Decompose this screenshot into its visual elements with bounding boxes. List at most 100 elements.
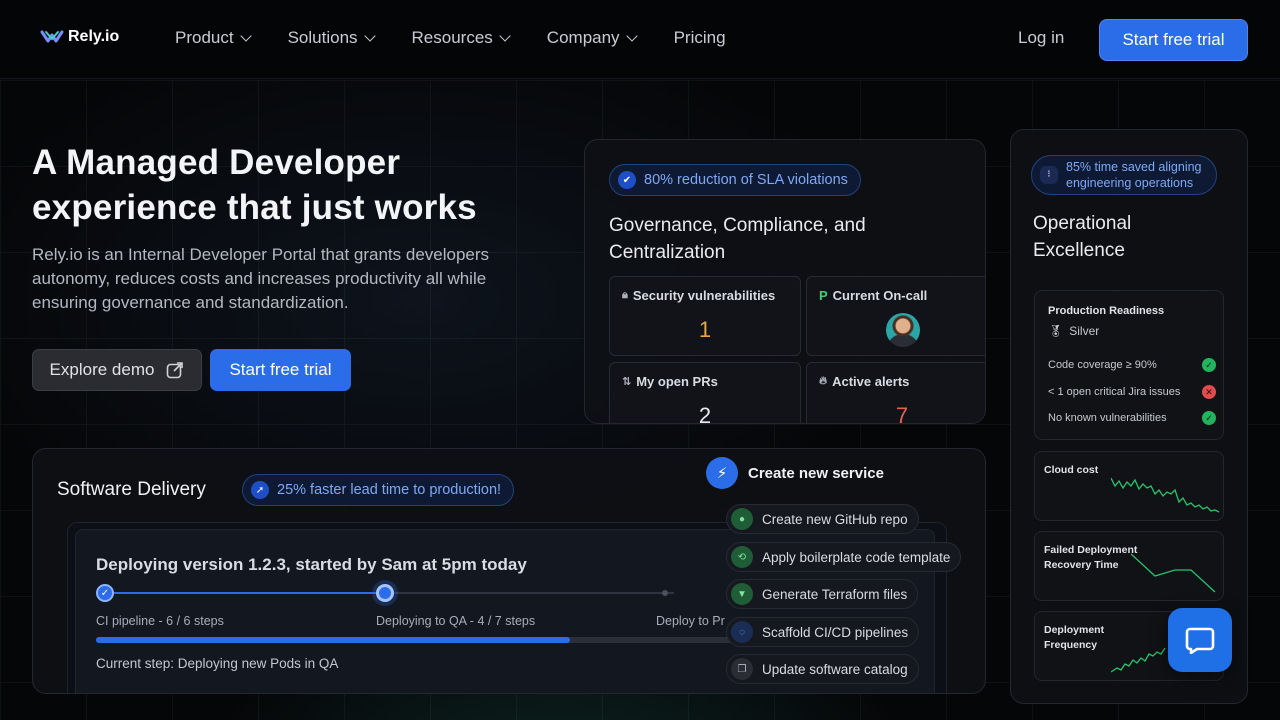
chat-widget-button[interactable] xyxy=(1168,608,1232,672)
service-step-cicd[interactable]: ◌ Scaffold CI/CD pipelines xyxy=(726,617,920,647)
chevron-down-icon xyxy=(625,30,638,42)
time-saved-badge: ⁝ 85% time saved aligning engineering ope… xyxy=(1031,155,1217,195)
menu-item-product[interactable]: Product xyxy=(175,28,252,48)
check-label: Code coverage ≥ 90% xyxy=(1048,359,1157,371)
failed-deployment-panel[interactable]: Failed Deployment Recovery Time xyxy=(1034,531,1224,601)
hero-title-line1: A Managed Developer xyxy=(32,143,401,182)
freq-line2: Frequency xyxy=(1044,639,1098,651)
chat-icon xyxy=(1185,627,1215,654)
tile-current-oncall[interactable]: P Current On-call xyxy=(806,276,985,356)
time-saved-text: 85% time saved aligning engineering opera… xyxy=(1066,159,1202,191)
time-saved-line2: engineering operations xyxy=(1066,176,1194,190)
service-step-github[interactable]: ● Create new GitHub repo xyxy=(726,504,919,534)
step-label: CI pipeline - 6 / 6 steps xyxy=(96,614,224,628)
tile-value: 2 xyxy=(698,403,712,424)
tile-label: Security vulnerabilities xyxy=(632,288,776,303)
production-readiness-panel[interactable]: Production Readiness 🏅︎ Silver Code cover… xyxy=(1034,290,1224,440)
menu-item-company[interactable]: Company xyxy=(547,28,638,48)
external-link-icon xyxy=(167,362,184,379)
menu-label: Pricing xyxy=(673,28,726,47)
service-step-label: Update software catalog xyxy=(762,661,908,677)
service-step-label: Generate Terraform files xyxy=(762,586,908,602)
pipeline-track-progress xyxy=(104,592,384,594)
step-pending-icon xyxy=(662,590,668,596)
hero-title: A Managed Developer experience that just… xyxy=(32,140,552,230)
check-label: No known vulnerabilities xyxy=(1048,412,1167,424)
check-fail-icon: ✕ xyxy=(1202,385,1216,399)
pagerduty-icon: P xyxy=(819,288,828,303)
service-step-terraform[interactable]: ▼ Generate Terraform files xyxy=(726,579,919,609)
readiness-level: 🏅︎ Silver xyxy=(1048,324,1099,338)
rely-logo-icon xyxy=(40,30,64,43)
failed-line1: Failed Deployment xyxy=(1044,544,1138,556)
service-step-boilerplate[interactable]: ⟲ Apply boilerplate code template xyxy=(726,542,962,572)
sla-badge: ✔ 80% reduction of SLA violations xyxy=(609,164,861,196)
service-step-label: Create new GitHub repo xyxy=(762,511,908,527)
lead-time-badge: ➚ 25% faster lead time to production! xyxy=(242,474,515,506)
menu-label: Solutions xyxy=(287,28,358,47)
github-icon: ● xyxy=(731,508,753,530)
tile-open-prs[interactable]: ⇅ My open PRs 2 xyxy=(609,362,801,424)
create-service-title: Create new service xyxy=(748,464,884,482)
time-saved-line1: 85% time saved aligning xyxy=(1066,160,1202,174)
recovery-time-sparkline xyxy=(1131,553,1216,593)
create-service-header: ⚡︎ Create new service xyxy=(706,457,986,489)
cloud-cost-panel[interactable]: Cloud cost xyxy=(1034,451,1224,521)
catalog-icon: ❐ xyxy=(731,658,753,680)
explore-demo-label: Explore demo xyxy=(49,360,155,379)
create-service-flow: ⚡︎ Create new service ● Create new GitHu… xyxy=(706,457,986,684)
main-menu: Product Solutions Resources Company Pric… xyxy=(175,28,764,48)
step-complete-icon: ✓ xyxy=(96,584,114,602)
check-pass-icon: ✓ xyxy=(1202,411,1216,425)
chevron-down-icon xyxy=(363,30,376,42)
current-step-text: Current step: Deploying new Pods in QA xyxy=(96,656,339,671)
top-navigation: Rely.io Product Solutions Resources Comp… xyxy=(0,0,1280,79)
tile-security-vulnerabilities[interactable]: 🔒︎ Security vulnerabilities 1 xyxy=(609,276,801,356)
deploy-progress-fill xyxy=(96,637,570,643)
menu-item-resources[interactable]: Resources xyxy=(411,28,511,48)
template-icon: ⟲ xyxy=(731,546,753,568)
operations-title-line1: Operational xyxy=(1033,213,1132,234)
tile-value: 1 xyxy=(698,317,712,342)
step-active-icon xyxy=(376,584,394,602)
tile-label: Active alerts xyxy=(832,374,910,389)
step-label: Deploy to Pr xyxy=(656,614,725,628)
readiness-title: Production Readiness xyxy=(1048,305,1165,317)
lock-icon: 🔒︎ xyxy=(622,289,628,301)
check-row: < 1 open critical Jira issues ✕ xyxy=(1048,385,1216,399)
jira-icon: ⁝ xyxy=(1040,166,1058,184)
deployment-title: Deploying version 1.2.3, started by Sam … xyxy=(96,555,527,574)
failed-line2: Recovery Time xyxy=(1044,559,1119,571)
software-delivery-title: Software Delivery xyxy=(57,479,206,500)
menu-item-pricing[interactable]: Pricing xyxy=(674,28,726,48)
lightning-icon: ⚡︎ xyxy=(706,457,738,489)
rocket-icon: ➚ xyxy=(251,481,269,499)
service-step-label: Scaffold CI/CD pipelines xyxy=(762,624,909,640)
check-row: No known vulnerabilities ✓ xyxy=(1048,411,1216,425)
tile-label: Current On-call xyxy=(832,288,928,303)
service-step-label: Apply boilerplate code template xyxy=(762,549,951,565)
step-label: Deploying to QA - 4 / 7 steps xyxy=(376,614,536,628)
operations-title-line2: Excellence xyxy=(1033,240,1125,261)
terraform-icon: ▼ xyxy=(731,583,753,605)
medal-icon: 🏅︎ xyxy=(1048,324,1064,338)
chevron-down-icon xyxy=(499,30,511,42)
logo[interactable]: Rely.io xyxy=(40,27,119,47)
lead-time-text: 25% faster lead time to production! xyxy=(277,482,502,498)
readiness-level-text: Silver xyxy=(1069,324,1100,338)
explore-demo-button[interactable]: Explore demo xyxy=(32,349,202,391)
chevron-down-icon xyxy=(239,30,252,42)
menu-label: Resources xyxy=(411,28,493,47)
service-step-catalog[interactable]: ❐ Update software catalog xyxy=(726,654,919,684)
governance-card: ✔ 80% reduction of SLA violations Govern… xyxy=(584,139,986,424)
login-link[interactable]: Log in xyxy=(1018,28,1064,48)
check-pass-icon: ✓ xyxy=(1202,358,1216,372)
hero-subtitle: Rely.io is an Internal Developer Portal … xyxy=(32,245,490,312)
verified-icon: ✔ xyxy=(618,171,636,189)
tile-active-alerts[interactable]: 🔥︎ Active alerts 7 xyxy=(806,362,985,423)
logo-text: Rely.io xyxy=(68,28,120,45)
menu-item-solutions[interactable]: Solutions xyxy=(287,28,376,48)
start-free-trial-button[interactable]: Start free trial xyxy=(1099,19,1248,61)
tile-label: My open PRs xyxy=(636,374,718,389)
hero-start-trial-button[interactable]: Start free trial xyxy=(210,349,351,391)
